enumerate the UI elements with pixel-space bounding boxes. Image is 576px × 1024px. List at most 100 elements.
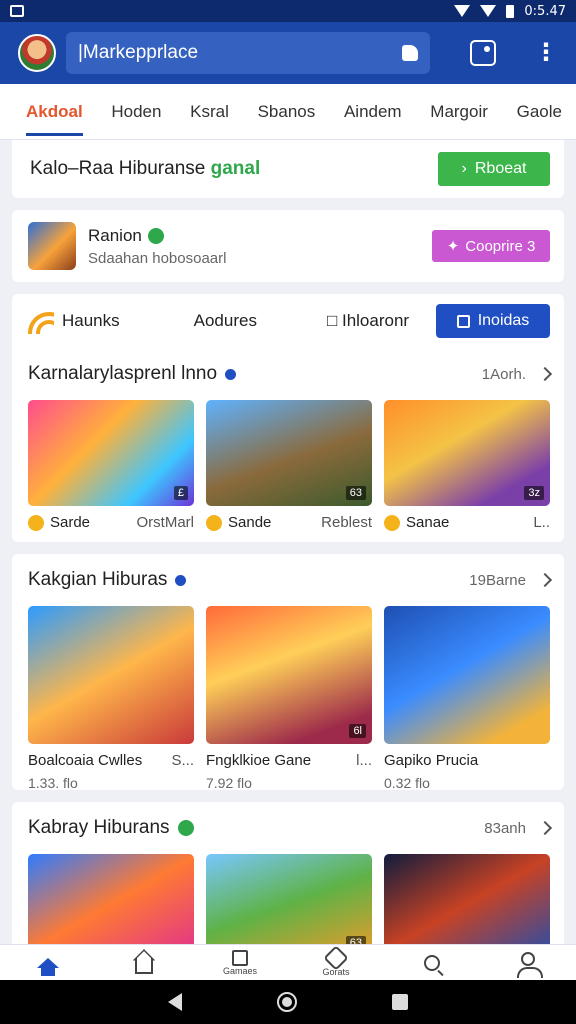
banner-text: Kalo–Raa Hiburanse ganal: [30, 158, 438, 180]
filter-c[interactable]: □ Ihloaronr: [327, 311, 409, 331]
profile-subtitle: Sdaahan hobosoaarl: [88, 249, 227, 267]
nav-search[interactable]: [407, 954, 457, 971]
badge-dot-icon: [175, 574, 187, 586]
game-tile[interactable]: [384, 854, 550, 944]
tile-title: Boalcoaia Cwlles: [28, 752, 143, 769]
featured-profile: Ranion Sdaahan hobosoaarl ✦ Cooprire 3: [12, 210, 564, 282]
section-meta: 19Barne: [469, 571, 526, 589]
filter-b[interactable]: Aodures: [194, 311, 257, 331]
user-icon: [517, 951, 543, 978]
tile-meta: l...: [356, 752, 372, 769]
more-menu-icon[interactable]: ⋮: [534, 41, 558, 65]
coin-icon: [384, 514, 400, 531]
section-header: Kakgian Hiburas 19Barne: [28, 554, 553, 606]
game-thumbnail[interactable]: [384, 606, 550, 744]
profile-button[interactable]: ✦ Cooprire 3: [432, 230, 550, 262]
tile-badge: 63: [345, 486, 366, 500]
tile-badge: 6l: [349, 724, 366, 738]
status-time: 0:5.47: [524, 3, 566, 19]
game-thumbnail[interactable]: [28, 606, 194, 744]
section-2: Kakgian Hiburas 19Barne Boalcoaia Cwlles…: [12, 554, 564, 791]
game-tile[interactable]: 63 Sande Reblest: [206, 400, 372, 531]
sparkle-icon: ✦: [446, 238, 460, 255]
nav-offers[interactable]: Gorats: [311, 944, 361, 977]
game-tile[interactable]: 6l Fngklkioe Gane l... 7.92 flo: [206, 606, 372, 791]
house-icon: [135, 957, 153, 974]
section-title: Kabray Hiburans: [28, 817, 170, 838]
filter-c-label: Ihloaronr: [341, 311, 410, 330]
avatar[interactable]: [18, 34, 56, 72]
tile-size: 1.33. flo: [28, 775, 78, 791]
nav-games-label: Gamaes: [222, 965, 257, 976]
verified-icon: [147, 227, 164, 244]
profile-button-label: Cooprire 3: [465, 237, 536, 255]
game-tile[interactable]: 3z Sanae L..: [384, 400, 550, 531]
game-thumbnail[interactable]: 6l: [206, 606, 372, 744]
profile-name: Ranion: [88, 225, 142, 245]
tile-meta: OrstMarl: [136, 514, 195, 531]
chevron-right-icon: ›: [461, 160, 467, 177]
search-input[interactable]: |Markepprlace: [66, 32, 431, 74]
square-icon: [232, 949, 248, 966]
chevron-right-icon[interactable]: [537, 820, 553, 836]
app-bar: |Markepprlace ⋮: [0, 22, 576, 84]
game-thumbnail[interactable]: 63: [206, 400, 372, 506]
profile-game-icon[interactable]: [28, 222, 76, 270]
game-thumbnail[interactable]: 3z: [384, 400, 550, 506]
tab-2[interactable]: Ksral: [190, 84, 229, 140]
tile-meta: L..: [533, 514, 550, 531]
voice-icon[interactable]: [402, 45, 419, 61]
tab-4[interactable]: Aindem: [344, 84, 402, 140]
nav-games[interactable]: Gamaes: [215, 949, 265, 976]
game-thumbnail[interactable]: [28, 854, 194, 944]
game-thumbnail[interactable]: [384, 854, 550, 944]
broadcast-icon: [28, 308, 54, 334]
wifi-icon: [454, 5, 471, 17]
tile-meta: S...: [171, 752, 194, 769]
recents-icon[interactable]: [392, 994, 409, 1010]
bottom-navigation: Gamaes Gorats: [0, 944, 576, 980]
nav-explore[interactable]: [119, 952, 169, 974]
status-bar: 0:5.47: [0, 0, 576, 22]
section-3: Kabray Hiburans 83anh 63: [12, 802, 564, 944]
back-icon[interactable]: [167, 993, 182, 1011]
home-circle-icon[interactable]: [276, 992, 297, 1012]
scan-icon[interactable]: [470, 40, 496, 66]
tile-badge: £: [173, 486, 188, 500]
tile-badge: 63: [345, 936, 366, 944]
tile-title: Sande: [228, 514, 272, 531]
tab-6[interactable]: Gaole: [517, 84, 562, 140]
tile-title: Sarde: [50, 514, 91, 531]
search-icon: [424, 954, 440, 971]
nav-home[interactable]: [23, 957, 73, 976]
banner-button-label: Rboeat: [474, 160, 527, 177]
filter-button[interactable]: Inoidas: [436, 304, 550, 338]
game-tile[interactable]: £ Sarde OrstMarl: [28, 400, 194, 531]
tile-title: Fngklkioe Gane: [206, 752, 312, 769]
game-tile[interactable]: [28, 854, 194, 944]
game-tile[interactable]: Gapiko Prucia 0.32 flo: [384, 606, 550, 791]
chevron-right-icon[interactable]: [537, 366, 553, 382]
game-thumbnail[interactable]: £: [28, 400, 194, 506]
tile-row: £ Sarde OrstMarl 63 Sande Reblest 3z Sanae…: [28, 400, 550, 531]
banner-button[interactable]: › Rboeat: [438, 152, 550, 186]
section-title: Karnalarylasprenl lnno: [28, 363, 218, 384]
game-tile[interactable]: Boalcoaia Cwlles S... 1.33. flo: [28, 606, 194, 791]
filter-a[interactable]: Haunks: [62, 311, 120, 331]
tab-5[interactable]: Margoir: [430, 84, 488, 140]
tab-3[interactable]: Sbanos: [258, 84, 316, 140]
chevron-right-icon[interactable]: [537, 572, 553, 588]
section-meta: 1Aorh.: [481, 365, 526, 383]
game-thumbnail[interactable]: 63: [206, 854, 372, 944]
tab-1[interactable]: Hoden: [111, 84, 161, 140]
verified-icon: [177, 820, 194, 836]
badge-dot-icon: [225, 368, 237, 380]
section-title: Kakgian Hiburas: [28, 569, 168, 590]
tile-meta: Reblest: [321, 514, 372, 531]
nav-profile[interactable]: [503, 951, 553, 978]
tile-size: 0.32 flo: [384, 775, 430, 791]
game-tile[interactable]: 63: [206, 854, 372, 944]
tile-row: Boalcoaia Cwlles S... 1.33. flo 6l Fngklk…: [28, 606, 550, 791]
tab-0[interactable]: Akdoal: [26, 84, 83, 140]
filter-row: Haunks Aodures □ Ihloaronr Inoidas: [28, 294, 550, 348]
